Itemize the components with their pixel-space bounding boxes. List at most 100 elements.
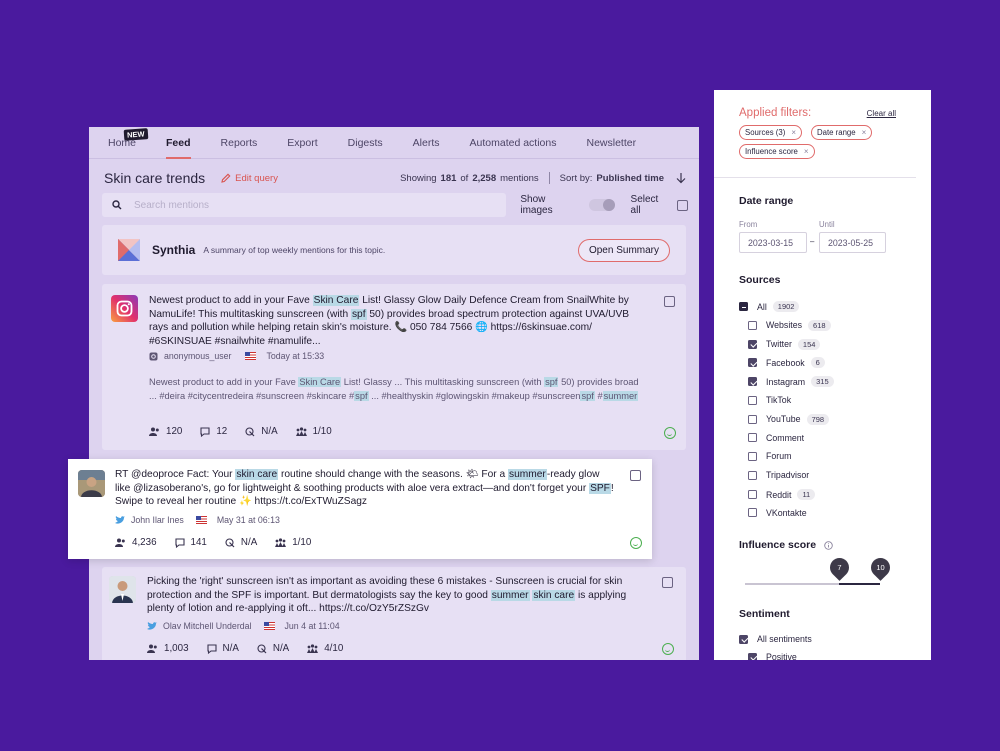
source-item-forum[interactable]: Forum bbox=[748, 451, 791, 461]
checkbox[interactable] bbox=[748, 508, 757, 518]
source-item-vkontakte[interactable]: VKontakte bbox=[748, 508, 807, 518]
checkbox[interactable] bbox=[748, 395, 757, 405]
search-input[interactable]: Search mentions bbox=[102, 193, 507, 217]
checkbox[interactable] bbox=[748, 490, 757, 499]
mention-meta: Olav Mitchell Underdal Jun 4 at 11:04 bbox=[147, 621, 340, 631]
source-count-badge: 6 bbox=[810, 357, 825, 369]
open-summary-button[interactable]: Open Summary bbox=[577, 238, 670, 262]
source-item-youtube[interactable]: YouTube 798 bbox=[748, 413, 830, 425]
nav-newsletter[interactable]: Newsletter bbox=[586, 127, 636, 159]
checkbox[interactable] bbox=[748, 652, 757, 660]
source-label: Reddit bbox=[766, 489, 792, 500]
people-icon bbox=[115, 538, 125, 547]
chip-sources[interactable]: Sources (3) × bbox=[739, 125, 802, 140]
show-images-toggle[interactable]: Show images bbox=[520, 194, 616, 216]
sources-title: Sources bbox=[739, 274, 781, 286]
positive-sentiment-icon bbox=[630, 537, 642, 549]
comments-stat: N/A bbox=[206, 643, 239, 654]
source-item-reddit[interactable]: Reddit 11 bbox=[748, 489, 816, 500]
close-icon[interactable]: × bbox=[791, 128, 796, 137]
checkbox[interactable] bbox=[748, 470, 757, 480]
nav-feed[interactable]: Feed bbox=[166, 127, 191, 159]
source-item-twitter[interactable]: Twitter 154 bbox=[748, 338, 821, 350]
checkbox[interactable] bbox=[748, 433, 757, 443]
mention-meta: anonymous_user Today at 15:33 bbox=[149, 351, 324, 361]
select-all-checkbox[interactable] bbox=[677, 199, 689, 211]
comment-icon bbox=[206, 643, 217, 654]
source-item-tripadvisor[interactable]: Tripadvisor bbox=[748, 470, 809, 480]
source-item-instagram[interactable]: Instagram 315 bbox=[748, 376, 834, 388]
nav-digests[interactable]: Digests bbox=[348, 127, 383, 159]
clear-all-link[interactable]: Clear all bbox=[867, 109, 896, 118]
source-item-websites[interactable]: Websites 618 bbox=[748, 319, 831, 331]
sentiment-positive[interactable]: Positive bbox=[748, 652, 797, 660]
checkbox[interactable] bbox=[748, 414, 757, 424]
checkbox[interactable] bbox=[748, 320, 757, 330]
source-item-comment[interactable]: Comment bbox=[748, 433, 804, 443]
source-item-tiktok[interactable]: TikTok bbox=[748, 395, 791, 405]
mention-text[interactable]: RT @deoproce Fact: Your skin care routin… bbox=[115, 468, 615, 509]
close-icon[interactable]: × bbox=[862, 128, 867, 137]
filter-panel: Applied filters: Clear all Sources (3) × … bbox=[714, 90, 931, 660]
instagram-small-icon bbox=[149, 352, 158, 360]
nav-export[interactable]: Export bbox=[287, 127, 317, 159]
mention-card-highlighted[interactable]: RT @deoproce Fact: Your skin care routin… bbox=[68, 459, 652, 559]
checkbox[interactable] bbox=[748, 377, 757, 387]
source-item-all[interactable]: All 1902 bbox=[739, 301, 800, 312]
mention-time: May 31 at 06:13 bbox=[216, 515, 280, 525]
sentiment-all[interactable]: All sentiments bbox=[739, 634, 812, 644]
comments-stat: 12 bbox=[200, 426, 227, 437]
mention-text[interactable]: Newest product to add in your Fave Skin … bbox=[149, 294, 644, 348]
mention-stats: 4,236 141 N/A 1/10 bbox=[115, 537, 329, 548]
mention-checkbox[interactable] bbox=[662, 577, 673, 588]
info-icon[interactable] bbox=[824, 540, 833, 550]
sort-label: Sort by: bbox=[559, 172, 593, 184]
mention-checkbox[interactable] bbox=[664, 296, 675, 307]
close-icon[interactable]: × bbox=[804, 147, 809, 156]
sort-dropdown[interactable]: Published time bbox=[596, 173, 664, 184]
author-name[interactable]: anonymous_user bbox=[164, 351, 231, 361]
nav-alerts[interactable]: Alerts bbox=[413, 127, 440, 159]
select-all[interactable]: Select all bbox=[631, 194, 689, 216]
from-date-input[interactable]: 2023-03-15 bbox=[739, 232, 807, 253]
source-label: Instagram bbox=[766, 376, 806, 387]
source-count-badge: 618 bbox=[808, 319, 831, 331]
checkbox[interactable] bbox=[739, 302, 748, 311]
mention-text[interactable]: Picking the 'right' sunscreen isn't as i… bbox=[147, 575, 647, 616]
checkbox[interactable] bbox=[739, 634, 748, 644]
edit-query-link[interactable]: Edit query bbox=[221, 173, 278, 184]
twitter-icon bbox=[115, 516, 125, 524]
instagram-icon bbox=[111, 295, 138, 322]
influence-icon bbox=[275, 538, 287, 547]
nav-reports[interactable]: Reports bbox=[221, 127, 258, 159]
checkbox[interactable] bbox=[748, 358, 757, 368]
mention-card[interactable]: Picking the 'right' sunscreen isn't as i… bbox=[102, 567, 686, 660]
source-count-badge: 1902 bbox=[772, 301, 800, 312]
page-title: Skin care trends bbox=[104, 170, 206, 186]
date-separator: – bbox=[810, 237, 815, 246]
mention-time: Today at 15:33 bbox=[266, 351, 325, 361]
influence-icon bbox=[295, 427, 307, 436]
mention-card[interactable]: Newest product to add in your Fave Skin … bbox=[102, 284, 686, 450]
author-name[interactable]: John Ilar Ines bbox=[131, 515, 184, 525]
mention-checkbox[interactable] bbox=[630, 470, 641, 481]
source-item-facebook[interactable]: Facebook 6 bbox=[748, 357, 825, 369]
arrow-down-icon[interactable] bbox=[674, 172, 688, 184]
influence-stat: 1/10 bbox=[295, 426, 332, 437]
source-label: YouTube bbox=[766, 414, 801, 425]
until-date-input[interactable]: 2023-05-25 bbox=[819, 232, 886, 253]
source-label: TikTok bbox=[766, 395, 792, 405]
search-row: Search mentions Show images Select all bbox=[102, 193, 689, 217]
source-count-badge: 798 bbox=[806, 413, 830, 425]
nav-automated-actions[interactable]: Automated actions bbox=[470, 127, 557, 159]
mention-time: Jun 4 at 11:04 bbox=[284, 621, 340, 631]
source-label: VKontakte bbox=[766, 507, 807, 518]
chip-date-range[interactable]: Date range × bbox=[811, 125, 873, 140]
reach-stat: 1,003 bbox=[147, 643, 189, 654]
checkbox[interactable] bbox=[748, 451, 757, 461]
date-range-title: Date range bbox=[739, 195, 794, 207]
author-name[interactable]: Olav Mitchell Underdal bbox=[163, 621, 252, 631]
toggle-switch[interactable] bbox=[589, 199, 616, 211]
checkbox[interactable] bbox=[748, 339, 757, 349]
chip-influence-score[interactable]: Influence score × bbox=[739, 144, 815, 159]
